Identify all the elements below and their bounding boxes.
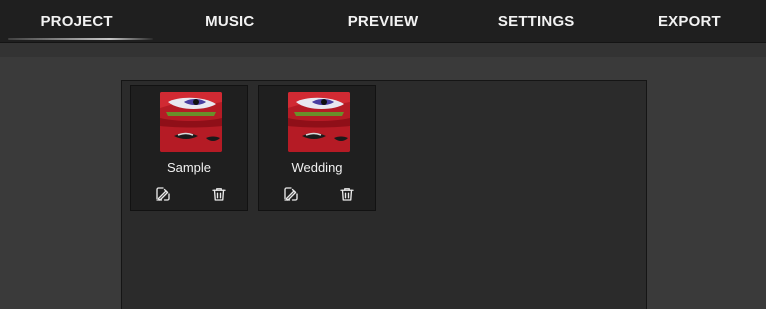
delete-project-button[interactable] bbox=[207, 182, 231, 206]
sub-toolbar bbox=[0, 43, 766, 57]
thumbnail-image bbox=[288, 92, 350, 152]
thumbnail-image bbox=[160, 92, 222, 152]
tab-preview-label: PREVIEW bbox=[347, 12, 419, 30]
app-window: PROJECT MUSIC PREVIEW SETTINGS EXPORT Sa… bbox=[0, 0, 766, 309]
project-thumbnail[interactable] bbox=[288, 92, 350, 152]
project-actions bbox=[131, 182, 247, 206]
tab-music[interactable]: MUSIC bbox=[153, 0, 306, 42]
tab-project-label: PROJECT bbox=[40, 12, 113, 30]
tab-music-label: MUSIC bbox=[205, 12, 255, 30]
edit-icon bbox=[284, 187, 298, 201]
tab-preview[interactable]: PREVIEW bbox=[306, 0, 459, 42]
project-name: Sample bbox=[166, 160, 212, 175]
project-card[interactable]: Wedding bbox=[258, 85, 376, 211]
edit-icon bbox=[156, 187, 170, 201]
tab-export-label: EXPORT bbox=[657, 12, 721, 30]
tab-export[interactable]: EXPORT bbox=[613, 0, 766, 42]
trash-icon bbox=[340, 188, 354, 201]
project-actions bbox=[259, 182, 375, 206]
project-thumbnail[interactable] bbox=[160, 92, 222, 152]
project-name: Wedding bbox=[291, 160, 343, 175]
edit-project-button[interactable] bbox=[279, 182, 303, 206]
tab-settings[interactable]: SETTINGS bbox=[460, 0, 613, 42]
trash-icon bbox=[212, 188, 226, 201]
tab-settings-label: SETTINGS bbox=[497, 12, 575, 30]
project-grid: Sample Wedding bbox=[130, 85, 376, 211]
edit-project-button[interactable] bbox=[151, 182, 175, 206]
delete-project-button[interactable] bbox=[335, 182, 359, 206]
tab-project[interactable]: PROJECT bbox=[0, 0, 154, 42]
project-card[interactable]: Sample bbox=[130, 85, 248, 211]
project-panel: Sample Wedding bbox=[121, 80, 647, 309]
top-nav: PROJECT MUSIC PREVIEW SETTINGS EXPORT bbox=[0, 0, 766, 43]
